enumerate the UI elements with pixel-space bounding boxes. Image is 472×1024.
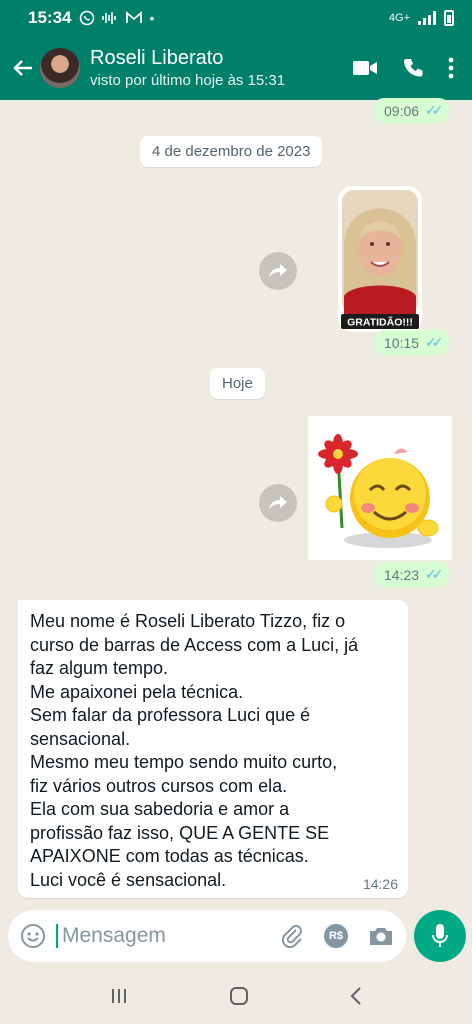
sticker-caption: GRATIDÃO!!! bbox=[347, 316, 413, 329]
message-line: APAIXONE com todas as técnicas. bbox=[30, 846, 309, 866]
arrow-left-icon[interactable] bbox=[6, 51, 40, 85]
message-time: 10:15 bbox=[384, 334, 420, 351]
recent-apps-icon[interactable] bbox=[109, 987, 129, 1005]
smiley-sticker[interactable] bbox=[308, 416, 452, 560]
forward-icon bbox=[269, 496, 287, 510]
network-type: 4G+ bbox=[388, 12, 410, 24]
contact-info[interactable]: Roseli Liberato visto por último hoje às… bbox=[90, 47, 285, 89]
message-line: Mesmo meu tempo sendo muito curto, bbox=[30, 752, 338, 772]
battery-icon bbox=[444, 10, 454, 26]
message-line: Me apaixonei pela técnica. bbox=[30, 681, 244, 702]
video-call-icon[interactable] bbox=[352, 59, 378, 77]
dot-icon: • bbox=[149, 10, 155, 26]
sticker-time-pill: 10:15 ✓✓ bbox=[374, 330, 449, 355]
camera-icon[interactable] bbox=[368, 925, 394, 947]
microphone-button[interactable] bbox=[414, 910, 466, 962]
avatar[interactable] bbox=[40, 48, 80, 88]
chat-header: Roseli Liberato visto por último hoje às… bbox=[0, 36, 472, 100]
header-actions bbox=[352, 57, 454, 79]
message-line: profissão faz isso, QUE A GENTE SE bbox=[30, 822, 330, 843]
forward-icon bbox=[269, 264, 287, 278]
notification-icons: • bbox=[79, 10, 154, 26]
read-ticks-icon: ✓✓ bbox=[425, 566, 444, 582]
forward-button[interactable] bbox=[259, 252, 297, 290]
read-ticks-icon: ✓✓ bbox=[425, 102, 444, 118]
date-chip: 4 de dezembro de 2023 bbox=[140, 136, 323, 167]
message-composer: Mensagem R$ bbox=[8, 910, 406, 962]
payment-button[interactable]: R$ bbox=[324, 924, 348, 948]
incoming-message-bubble[interactable]: Meu nome é Roseli Liberato Tizzo, fiz o … bbox=[18, 600, 408, 898]
message-time: 14:26 bbox=[362, 876, 398, 892]
date-chip: Hoje bbox=[210, 368, 265, 399]
sticker-time-pill: 14:23 ✓✓ bbox=[374, 562, 449, 587]
message-line: Luci você é sensacional. bbox=[30, 869, 227, 890]
contact-name: Roseli Liberato bbox=[90, 47, 224, 69]
chat-area[interactable]: 09:06 ✓✓ 4 de dezembro de 2023 GRATIDÃO!… bbox=[0, 98, 472, 908]
paperclip-icon[interactable] bbox=[280, 924, 304, 948]
read-ticks-icon: ✓✓ bbox=[425, 334, 444, 350]
photo-sticker[interactable]: GRATIDÃO!!! bbox=[338, 186, 422, 332]
phone-icon[interactable] bbox=[402, 57, 424, 79]
voice-notification-icon bbox=[102, 12, 117, 24]
microphone-icon bbox=[432, 924, 448, 947]
message-line: curso de barras de Access com a Luci, já bbox=[30, 634, 359, 655]
more-vert-icon[interactable] bbox=[448, 57, 454, 79]
message-line: sensacional. bbox=[30, 728, 131, 749]
status-time: 15:34 bbox=[28, 8, 72, 27]
message-line: fiz vários outros cursos com ela. bbox=[30, 775, 288, 796]
message-time: 09:06 bbox=[384, 102, 420, 119]
message-line: Sem falar da professora Luci que é bbox=[30, 705, 311, 725]
mail-notification-icon bbox=[126, 11, 143, 23]
last-seen-status: visto por último hoje às 15:31 bbox=[90, 72, 286, 89]
message-line: faz algum tempo. bbox=[30, 658, 169, 678]
whatsapp-notification-icon bbox=[80, 10, 95, 26]
message-time: 14:23 bbox=[384, 566, 420, 583]
portrait-image: GRATIDÃO!!! bbox=[338, 186, 422, 332]
system-icons: 4G+ bbox=[389, 10, 454, 26]
emoji-icon[interactable] bbox=[20, 923, 46, 949]
back-nav-icon[interactable] bbox=[349, 986, 363, 1006]
message-line: Meu nome é Roseli Liberato Tizzo, fiz o bbox=[30, 611, 346, 631]
smiley-flower-image bbox=[308, 416, 452, 560]
message-line: Ela com sua sabedoria e amor a bbox=[30, 799, 290, 819]
message-input[interactable]: Mensagem bbox=[56, 924, 280, 948]
home-icon[interactable] bbox=[228, 985, 250, 1007]
system-navigation-bar bbox=[0, 968, 472, 1024]
signal-icon bbox=[418, 11, 436, 25]
composer-actions: R$ bbox=[280, 924, 394, 948]
forward-button[interactable] bbox=[259, 484, 297, 522]
status-bar: 15:34 • 4G+ bbox=[0, 0, 472, 36]
outgoing-message-tail: 09:06 ✓✓ bbox=[374, 98, 449, 123]
